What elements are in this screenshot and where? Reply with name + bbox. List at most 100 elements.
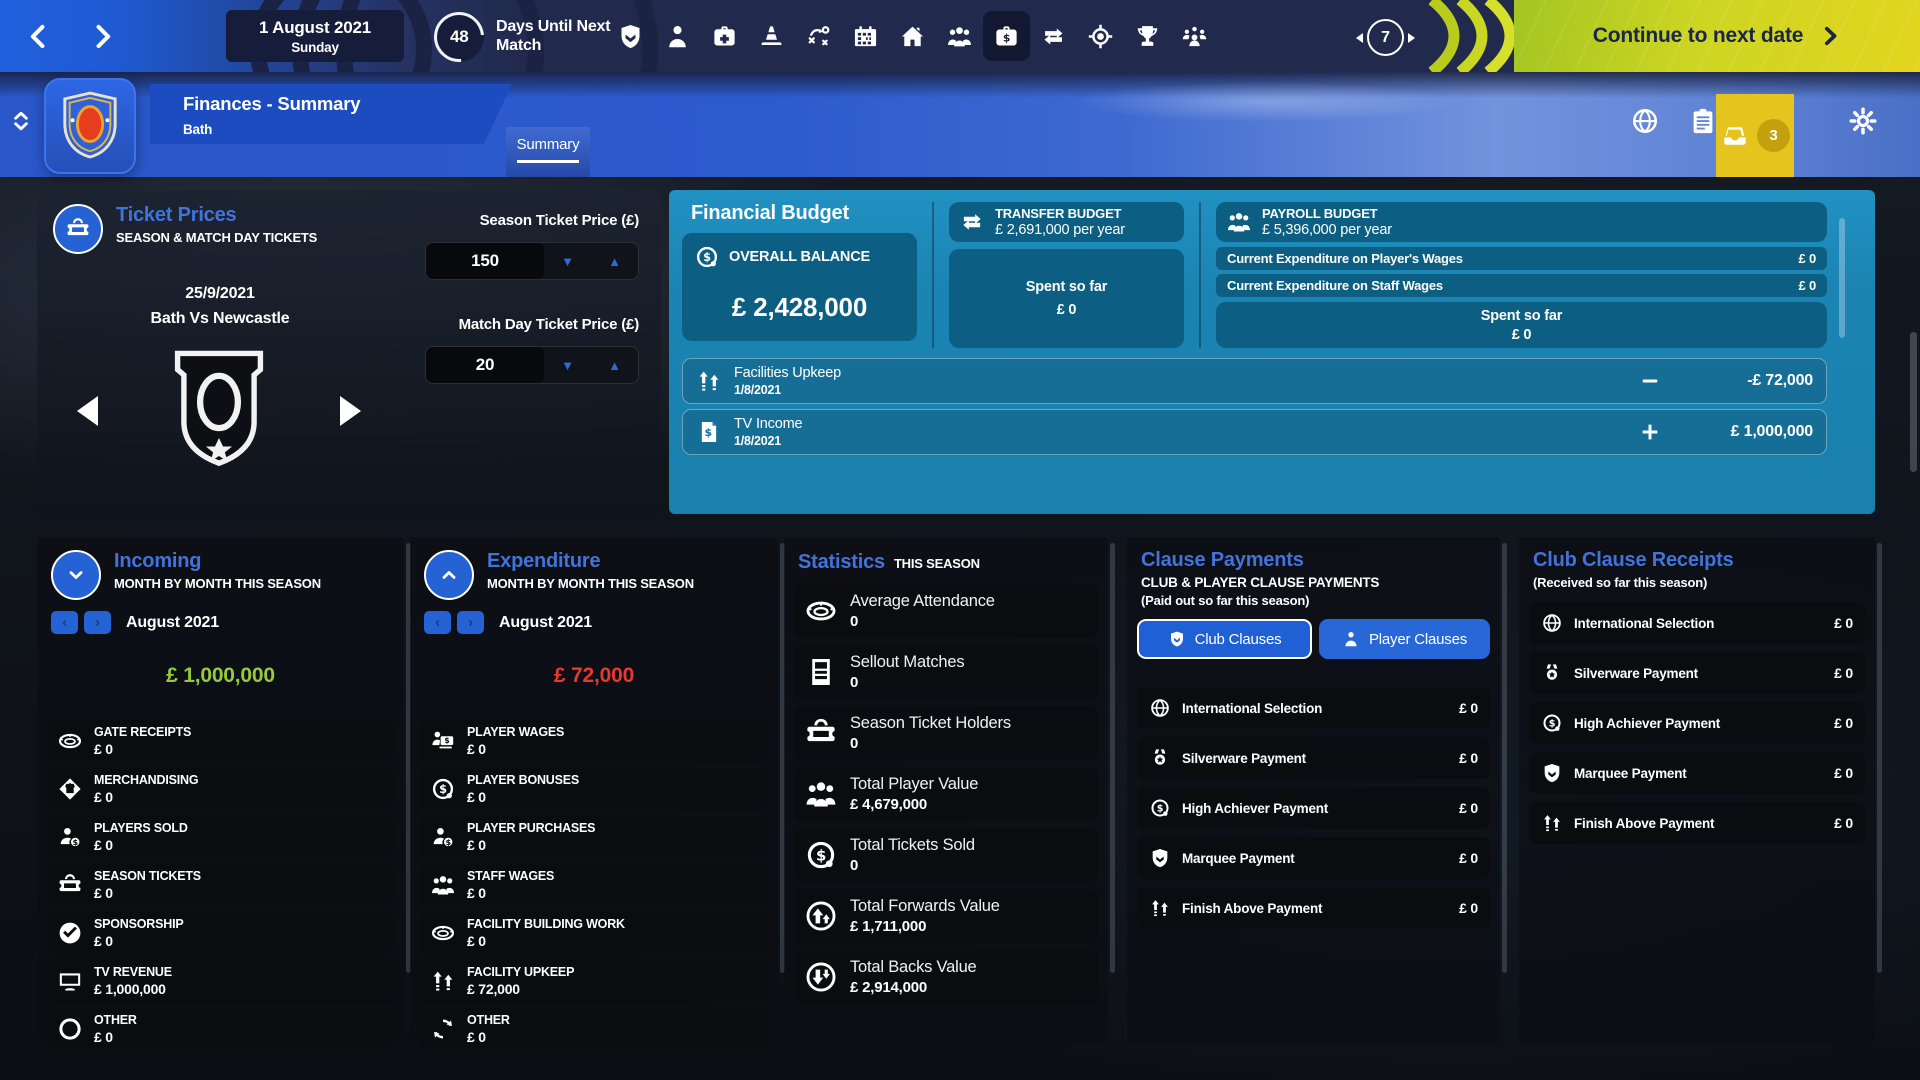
clause-payment-row: Finish Above Payment £ 0	[1137, 887, 1490, 929]
upArrows-icon	[1541, 812, 1563, 834]
club-name: Bath	[183, 122, 512, 137]
previous-match-arrow[interactable]	[77, 396, 98, 426]
collapse-header-button[interactable]	[8, 108, 34, 144]
svg-text:$: $	[72, 837, 78, 847]
topbar-nav-icon[interactable]	[1030, 9, 1077, 63]
season-ticket-price-label: Season Ticket Price (£)	[379, 212, 639, 229]
payroll-icon	[1226, 209, 1252, 235]
notification-next-icon[interactable]	[1408, 33, 1415, 43]
clause-receipt-row: International Selection £ 0	[1529, 602, 1865, 644]
clause-payment-row: $ High Achiever Payment £ 0	[1137, 787, 1490, 829]
dollarCircle-icon: $	[430, 776, 456, 802]
notification-prev-icon[interactable]	[1356, 33, 1363, 43]
next-match-info: 25/9/2021 Bath Vs Newcastle	[95, 282, 345, 332]
home-icon	[899, 23, 926, 50]
upArrows-icon	[696, 368, 722, 394]
topbar-nav-icon[interactable]	[842, 9, 889, 63]
topbar-nav-icon[interactable]	[607, 9, 654, 63]
topbar-nav-icon[interactable]	[1124, 9, 1171, 63]
income-row: SPONSORSHIP £ 0	[47, 912, 394, 954]
cone-icon	[758, 23, 785, 50]
panel-scrollbar[interactable]	[1839, 218, 1845, 338]
current-date: 1 August 2021 Sunday	[226, 10, 404, 62]
ticket-icon	[57, 872, 83, 898]
statistic-row: Season Ticket Holders 0	[794, 706, 1098, 760]
club-badge[interactable]	[44, 78, 136, 174]
topbar-nav-icon[interactable]	[654, 9, 701, 63]
swap-icon	[1040, 23, 1067, 50]
match-badge-icon	[165, 348, 273, 474]
decrease-button[interactable]: ▼	[544, 243, 591, 279]
chevron-left-icon	[25, 23, 52, 50]
upArrows-icon	[1149, 897, 1171, 919]
clause-payment-row: Silverware Payment £ 0	[1137, 737, 1490, 779]
ticket-icon	[804, 716, 838, 750]
days-counter-ring: 48	[424, 2, 494, 72]
decrease-button[interactable]: ▼	[544, 347, 591, 383]
ticketStub-icon	[804, 655, 838, 689]
panel-title: Ticket Prices	[116, 204, 317, 227]
panel-title: Statistics	[798, 551, 885, 574]
panel-note: (Paid out so far this season)	[1141, 593, 1486, 608]
wages-icon: $	[430, 728, 456, 754]
stadium-icon	[430, 920, 456, 946]
clause-filter-tab[interactable]: Club Clauses	[1137, 619, 1312, 659]
statistic-row: Sellout Matches 0	[794, 645, 1098, 699]
budget-ledger-row: Facilities Upkeep 1/8/2021 -£ 72,000	[682, 358, 1827, 404]
match-day-price-stepper[interactable]: 20 ▼ ▲	[425, 346, 639, 384]
topbar-nav-icon[interactable]	[795, 9, 842, 63]
world-button[interactable]	[1630, 106, 1660, 136]
topbar-nav-icon[interactable]: $	[983, 11, 1030, 61]
spent-so-far-label: Spent so far	[1481, 308, 1562, 324]
transfer-budget-card: TRANSFER BUDGET £ 2,691,000 per year	[949, 202, 1184, 242]
next-month-button[interactable]: ›	[84, 611, 111, 634]
season-ticket-price-stepper[interactable]: 150 ▼ ▲	[425, 242, 639, 280]
days-until-next-match: 48 Days Until Next Match	[434, 12, 610, 62]
club-header: Finances - Summary Bath Summary 3	[0, 72, 1920, 177]
payroll-budget-label: PAYROLL BUDGET	[1262, 206, 1392, 221]
dollarCircle-icon: $	[1541, 712, 1563, 734]
notes-button[interactable]	[1688, 106, 1718, 136]
next-match-arrow[interactable]	[340, 396, 361, 426]
forward-button[interactable]	[80, 14, 124, 58]
income-row: MERCHANDISING £ 0	[47, 768, 394, 810]
back-button[interactable]	[16, 14, 60, 58]
svg-text:$: $	[1003, 31, 1010, 44]
topbar-nav-icon[interactable]	[936, 9, 983, 63]
topbar-nav-icon[interactable]	[1171, 9, 1218, 63]
cycle-icon	[430, 1016, 456, 1042]
panel-title: Clause Payments	[1141, 549, 1486, 572]
divider	[932, 202, 934, 348]
topbar-nav-icon[interactable]	[701, 9, 748, 63]
chevron-right-icon	[89, 23, 116, 50]
tab-summary[interactable]: Summary	[506, 127, 590, 177]
screen: 1 August 2021 Sunday 48 Days Until Next …	[0, 0, 1920, 1080]
topbar-nav-icon[interactable]	[1077, 9, 1124, 63]
ticket-icon	[53, 204, 103, 254]
people-icon	[430, 872, 456, 898]
inbox-button[interactable]: 3	[1716, 94, 1794, 177]
medal-icon	[1541, 662, 1563, 684]
increase-button[interactable]: ▲	[591, 243, 638, 279]
topbar-nav-icon[interactable]	[889, 9, 936, 63]
page-scrollbar[interactable]	[1910, 332, 1917, 472]
expenditure-panel: Expenditure MONTH BY MONTH THIS SEASON ‹…	[410, 537, 778, 1043]
next-match-date: 25/9/2021	[95, 282, 345, 307]
incoming-total: £ 1,000,000	[37, 664, 404, 688]
income-row: $ PLAYERS SOLD £ 0	[47, 816, 394, 858]
previous-month-button[interactable]: ‹	[51, 611, 78, 634]
previous-month-button[interactable]: ‹	[424, 611, 451, 634]
topbar-nav-icon[interactable]	[748, 9, 795, 63]
page-title: Finances - Summary	[183, 93, 512, 115]
svg-text:$: $	[444, 736, 449, 745]
increase-button[interactable]: ▲	[591, 347, 638, 383]
next-month-button[interactable]: ›	[457, 611, 484, 634]
clause-filter-tab[interactable]: Player Clauses	[1319, 619, 1490, 659]
svg-text:$: $	[439, 782, 447, 796]
clause-payments-panel: Clause Payments CLUB & PLAYER CLAUSE PAY…	[1127, 537, 1500, 1043]
incoming-panel: Incoming MONTH BY MONTH THIS SEASON ‹ › …	[37, 537, 404, 1043]
continue-button[interactable]: Continue to next date	[1514, 0, 1920, 72]
panel-subtitle: SEASON & MATCH DAY TICKETS	[116, 230, 317, 245]
gear-icon[interactable]	[1848, 106, 1878, 136]
notification-count-badge[interactable]: 7	[1367, 19, 1404, 56]
